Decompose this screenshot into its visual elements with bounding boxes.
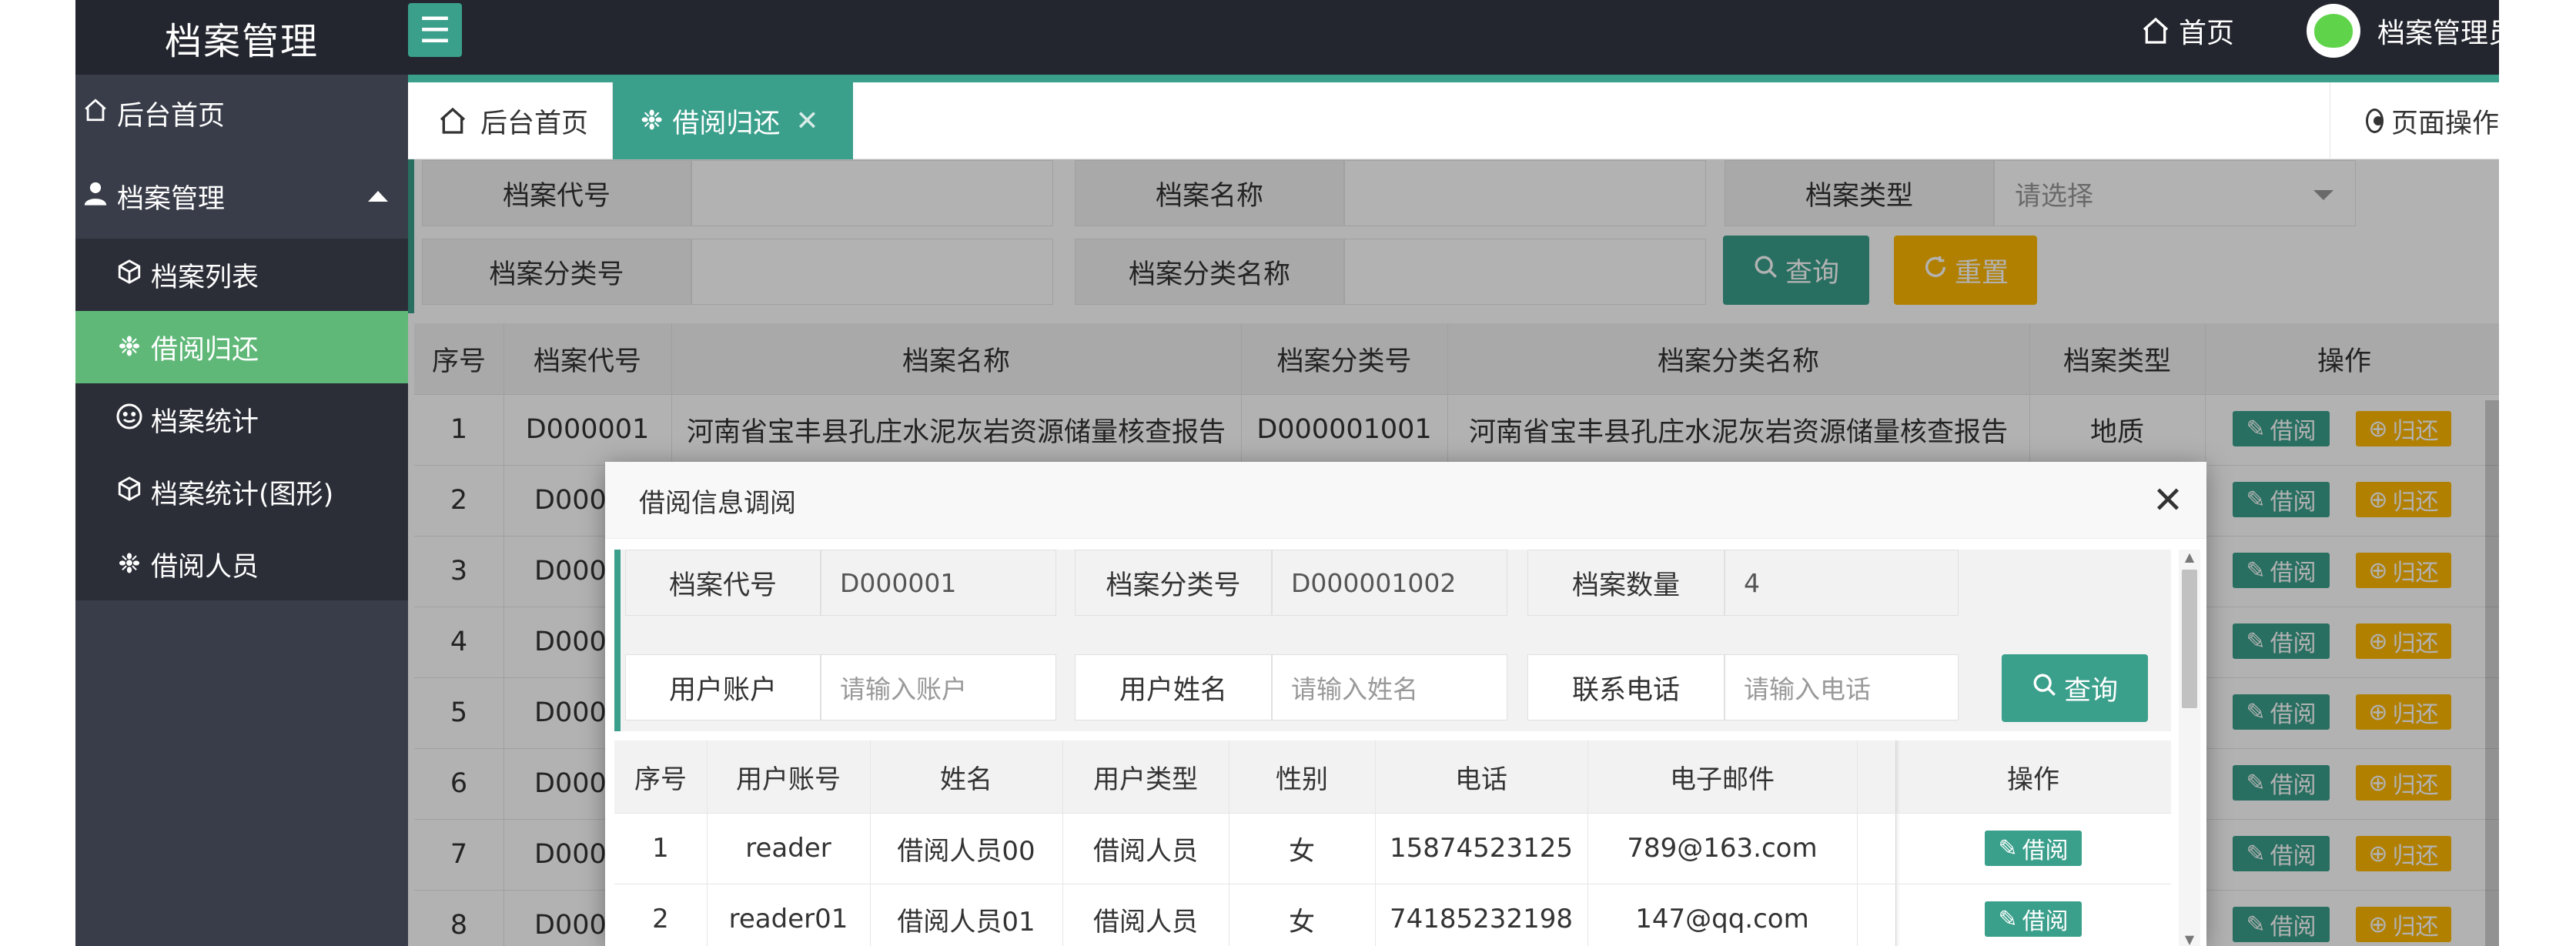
cell-name: 借阅人员00	[897, 835, 1035, 867]
right-margin	[2499, 0, 2576, 946]
sidebar-item-archive-stats-chart[interactable]: 档案统计(图形)	[75, 456, 408, 528]
sidebar-item-archive-list[interactable]: 档案列表	[75, 239, 408, 311]
page-operations-menu[interactable]: 页面操作	[2330, 82, 2499, 159]
caret-up-icon	[368, 191, 388, 202]
gear-icon: ❉	[118, 332, 141, 363]
sidebar-item-borrowers[interactable]: ❉ 借阅人员	[75, 528, 408, 600]
app-title: 档案管理	[164, 19, 319, 63]
sidebar-item-archive-stats[interactable]: 档案统计	[75, 383, 408, 456]
column-header: 性别	[1276, 764, 1328, 795]
target-icon	[2366, 109, 2384, 133]
modal-code-value: D000001	[821, 550, 1056, 616]
cube-icon	[114, 259, 145, 292]
modal-code-label: 档案代号	[625, 550, 821, 616]
left-margin	[0, 0, 75, 946]
home-icon	[2143, 17, 2169, 44]
sidebar-item-label: 借阅归还	[151, 334, 259, 366]
phone-input[interactable]: 请输入电话	[1725, 654, 1959, 720]
borrow-label: 借阅	[2022, 837, 2069, 864]
modal-username-label: 用户姓名	[1075, 654, 1272, 720]
sidebar-item-label: 后台首页	[117, 100, 226, 132]
modal-query-button[interactable]: 查询	[2002, 654, 2148, 722]
modal-class-no-value: D000001002	[1272, 550, 1507, 616]
gear-icon: ❉	[641, 105, 664, 136]
column-header: 电子邮件	[1670, 764, 1775, 795]
cell-gender: 女	[1289, 906, 1315, 938]
admin-name[interactable]: 档案管理员	[2377, 8, 2516, 54]
tab-label: 借阅归还	[672, 108, 781, 139]
modal-title: 借阅信息调阅	[639, 487, 796, 519]
sidebar-item-dashboard[interactable]: 后台首页	[75, 75, 408, 152]
page-operations-label: 页面操作	[2390, 108, 2499, 139]
column-header: 序号	[634, 764, 687, 795]
modal-title-bar	[605, 462, 2206, 539]
cell-account: reader01	[728, 904, 848, 934]
sidebar-item-label: 档案管理	[117, 183, 226, 215]
scroll-down-icon[interactable]: ▼	[2182, 932, 2197, 946]
home-icon	[80, 97, 111, 130]
modal-borrow-button[interactable]: ✎ 借阅	[1985, 901, 2082, 937]
header-accent-bar	[408, 75, 2499, 82]
sidebar-item-borrow-return[interactable]: ❉ 借阅归还	[75, 311, 408, 383]
modal-borrow-button[interactable]: ✎ 借阅	[1985, 831, 2082, 866]
modal-accent-strip	[614, 550, 621, 731]
cell-name: 借阅人员01	[897, 906, 1035, 938]
cell-account: reader	[745, 833, 831, 864]
menu-toggle-button[interactable]: ☰	[408, 3, 462, 57]
cell-phone: 74185232198	[1390, 904, 1573, 934]
sidebar-item-label: 借阅人员	[151, 551, 259, 583]
avatar[interactable]	[2307, 4, 2360, 58]
modal-count-value: 4	[1725, 550, 1959, 616]
modal-class-no-label: 档案分类号	[1075, 550, 1272, 616]
search-icon	[2032, 672, 2058, 705]
cube-icon	[114, 476, 145, 509]
column-header: 用户类型	[1093, 764, 1198, 795]
borrow-label: 借阅	[2022, 908, 2069, 935]
user-icon	[80, 180, 111, 213]
hamburger-icon: ☰	[419, 9, 451, 51]
smile-icon	[114, 403, 145, 437]
cell-user-type: 借阅人员	[1093, 906, 1198, 938]
cell-phone: 15874523125	[1390, 833, 1573, 864]
modal-count-label: 档案数量	[1527, 550, 1725, 616]
fixed-column-shadow	[1895, 740, 1900, 946]
leaf-icon	[2314, 14, 2353, 48]
username-input[interactable]: 请输入姓名	[1272, 654, 1507, 720]
cell-user-type: 借阅人员	[1093, 835, 1198, 867]
sidebar-item-label: 档案统计(图形)	[151, 479, 334, 510]
pencil-icon: ✎	[1998, 905, 2018, 933]
column-divider	[1857, 740, 1858, 946]
cell-gender: 女	[1289, 835, 1315, 867]
cell-no: 1	[652, 833, 669, 864]
scroll-up-icon[interactable]: ▲	[2182, 550, 2197, 564]
home-icon	[437, 105, 468, 136]
close-icon[interactable]: ✕	[2145, 477, 2191, 523]
sidebar-item-archive-management[interactable]: 档案管理	[75, 162, 408, 231]
close-icon[interactable]: ✕	[795, 105, 818, 137]
cell-email: 147@qq.com	[1635, 904, 1809, 934]
modal-query-label: 查询	[2063, 675, 2118, 707]
cell-email: 789@163.com	[1627, 833, 1818, 864]
sidebar-item-label: 档案统计	[151, 406, 259, 438]
header-home-link[interactable]: 首页	[2140, 8, 2234, 54]
tab-borrow-return[interactable]: ❉ 借阅归还 ✕	[613, 82, 853, 159]
pencil-icon: ✎	[1998, 834, 2018, 862]
tab-home[interactable]: 后台首页	[408, 82, 613, 159]
modal-phone-label: 联系电话	[1527, 654, 1725, 720]
header-home-label: 首页	[2179, 18, 2235, 49]
account-input[interactable]: 请输入账户	[821, 654, 1056, 720]
modal-scrollbar-thumb[interactable]	[2182, 570, 2197, 708]
gear-icon: ❉	[118, 549, 141, 580]
column-header: 用户账号	[736, 764, 841, 795]
column-header: 姓名	[940, 764, 992, 795]
cell-no: 2	[652, 904, 669, 934]
column-header: 电话	[1455, 764, 1507, 795]
column-header: 操作	[2007, 764, 2059, 795]
tab-label: 后台首页	[480, 108, 589, 139]
modal-account-label: 用户账户	[625, 654, 821, 720]
sidebar-item-label: 档案列表	[151, 262, 259, 293]
page: 档案管理 ☰ 首页 档案管理员 后台首页 档案管理 档案列表 ❉ 借阅归还 档案…	[0, 0, 2576, 946]
